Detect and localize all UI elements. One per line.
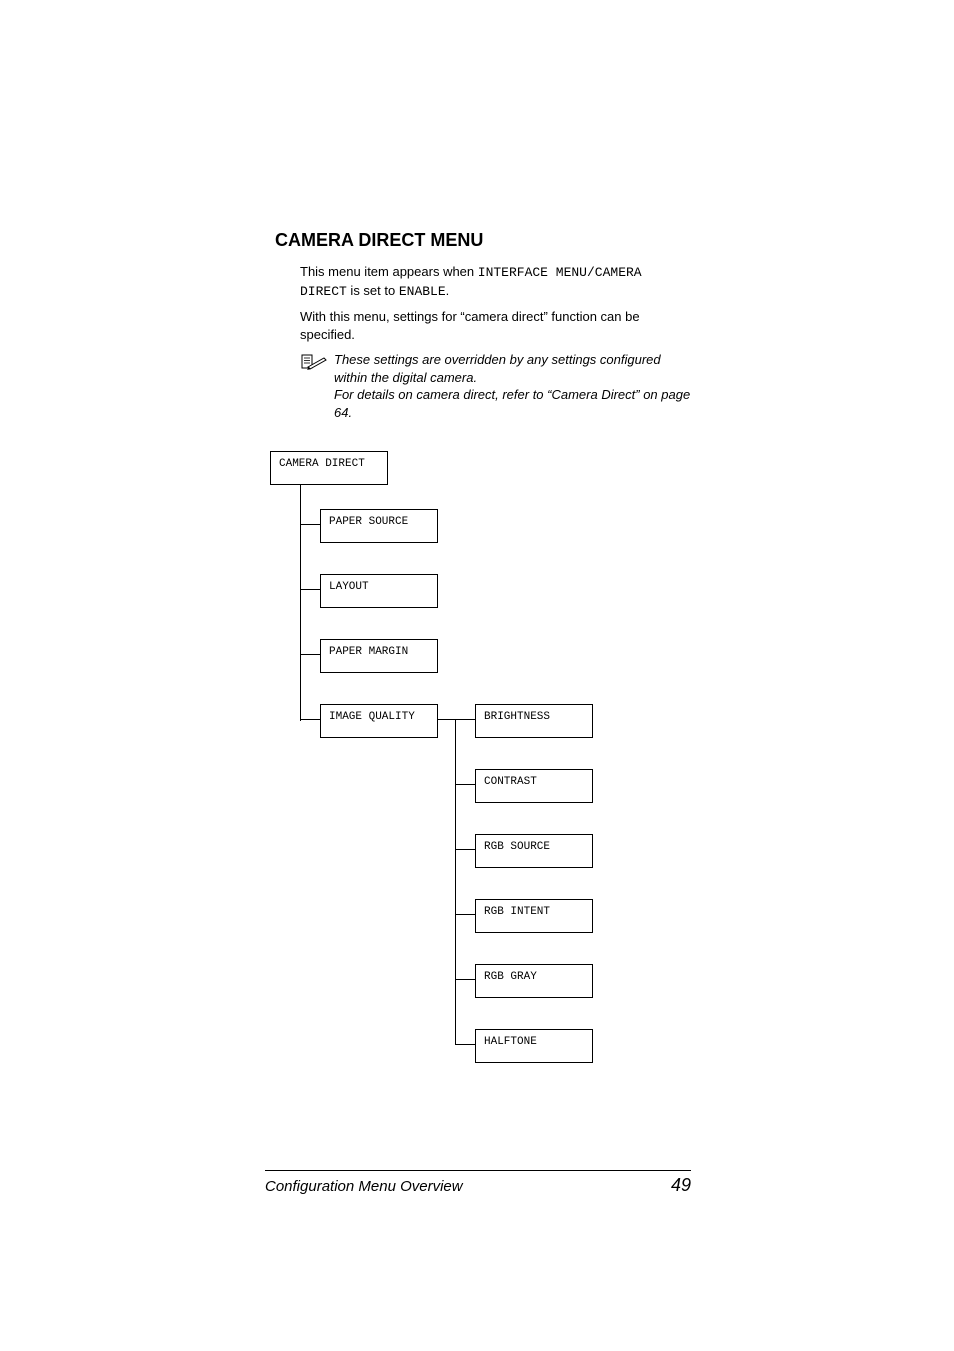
intro-code2: ENABLE [399, 284, 446, 299]
note-line1: These settings are overridden by any set… [334, 352, 661, 385]
intro-part2: is set to [347, 283, 399, 298]
tree-child-image-quality: IMAGE QUALITY [320, 704, 438, 738]
tree-line [455, 719, 456, 1044]
tree-line [438, 719, 455, 720]
menu-tree: CAMERA DIRECT PAPER SOURCE LAYOUT PAPER … [270, 451, 694, 1071]
tree-child-layout: LAYOUT [320, 574, 438, 608]
intro-part3: . [446, 283, 450, 298]
tree-root: CAMERA DIRECT [270, 451, 388, 485]
intro-line2: With this menu, settings for “camera dir… [300, 308, 694, 343]
intro-paragraph: This menu item appears when INTERFACE ME… [300, 263, 694, 300]
tree-gc-contrast: CONTRAST [475, 769, 593, 803]
note-block: These settings are overridden by any set… [300, 351, 694, 421]
tree-gc-rgb-source: RGB SOURCE [475, 834, 593, 868]
tree-line [455, 1044, 475, 1045]
intro-part1: This menu item appears when [300, 264, 478, 279]
tree-line [300, 589, 320, 590]
section-heading: CAMERA DIRECT MENU [275, 230, 694, 251]
note-icon [300, 353, 328, 378]
tree-gc-brightness: BRIGHTNESS [475, 704, 593, 738]
tree-line [300, 654, 320, 655]
note-line2: For details on camera direct, refer to “… [334, 386, 694, 421]
tree-gc-rgb-intent: RGB INTENT [475, 899, 593, 933]
tree-child-paper-source: PAPER SOURCE [320, 509, 438, 543]
tree-gc-rgb-gray: RGB GRAY [475, 964, 593, 998]
tree-line [455, 719, 475, 720]
tree-line [300, 719, 320, 720]
tree-line [300, 524, 320, 525]
page-footer: Configuration Menu Overview 49 [265, 1170, 691, 1196]
note-text: These settings are overridden by any set… [334, 351, 694, 421]
tree-line [300, 484, 301, 721]
tree-line [455, 849, 475, 850]
footer-title: Configuration Menu Overview [265, 1178, 463, 1195]
tree-line [455, 979, 475, 980]
tree-line [455, 914, 475, 915]
page-number: 49 [671, 1175, 691, 1196]
tree-gc-halftone: HALFTONE [475, 1029, 593, 1063]
tree-child-paper-margin: PAPER MARGIN [320, 639, 438, 673]
tree-line [455, 784, 475, 785]
footer-rule [265, 1170, 691, 1171]
